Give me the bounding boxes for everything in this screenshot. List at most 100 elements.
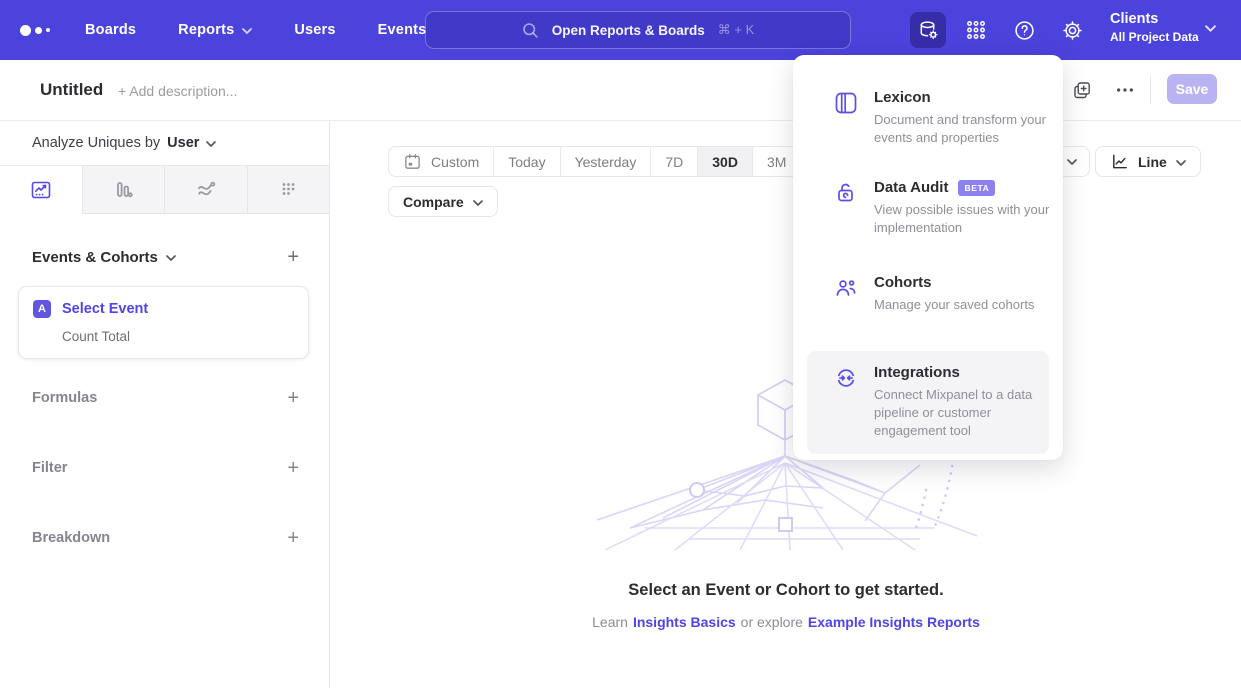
event-letter-badge: A — [33, 300, 51, 318]
project-scope: All Project Data — [1110, 30, 1199, 44]
logo-dot — [20, 25, 31, 36]
events-cohorts-label[interactable]: Events & Cohorts — [32, 249, 158, 266]
search-placeholder: Open Reports & Boards — [552, 23, 705, 38]
data-audit-title: Data Audit — [874, 179, 948, 196]
grid-dots-icon — [965, 19, 987, 41]
dot-grid-icon — [276, 178, 300, 202]
breakdown-label: Breakdown — [32, 530, 110, 546]
top-nav: Boards Reports Users Events Open Reports… — [0, 0, 1241, 60]
insights-basics-link[interactable]: Insights Basics — [633, 614, 736, 630]
flows-icon — [194, 178, 218, 202]
events-cohorts-header: Events & Cohorts + — [32, 247, 299, 267]
global-search-input[interactable]: Open Reports & Boards ⌘ + K — [425, 11, 851, 49]
add-formula-button[interactable]: + — [287, 388, 299, 408]
analyze-uniques-row: Analyze Uniques by User — [0, 121, 329, 165]
apps-grid-button[interactable] — [958, 12, 994, 48]
project-selector[interactable]: Clients All Project Data — [1110, 11, 1199, 44]
menu-item-cohorts[interactable]: Cohorts Manage your saved cohorts — [807, 274, 1049, 314]
nav-item-users[interactable]: Users — [294, 22, 335, 38]
chevron-down-icon — [1176, 160, 1186, 166]
line-chart-box-icon — [29, 178, 53, 202]
tab-pivot[interactable] — [248, 166, 330, 214]
add-description-field[interactable]: + Add description... — [118, 83, 237, 99]
date-segment-7d[interactable]: 7D — [651, 147, 698, 176]
menu-item-lexicon[interactable]: Lexicon Document and transform your even… — [807, 89, 1049, 147]
report-canvas: Custom Today Yesterday 7D 30D 3M 6M Line… — [331, 121, 1241, 688]
chevron-down-icon — [1205, 25, 1216, 32]
add-event-button[interactable]: + — [287, 247, 299, 267]
nav-item-boards[interactable]: Boards — [85, 22, 136, 38]
beta-badge: BETA — [958, 180, 995, 196]
nav-item-events[interactable]: Events — [378, 22, 427, 38]
search-shortcut: ⌘ + K — [718, 22, 755, 38]
chart-type-dropdown[interactable]: Line — [1095, 146, 1201, 177]
save-button[interactable]: Save — [1167, 74, 1217, 104]
analyze-value-dropdown[interactable]: User — [167, 135, 199, 151]
chevron-down-icon — [473, 200, 483, 206]
database-gear-icon — [917, 19, 940, 42]
settings-button[interactable] — [1054, 12, 1090, 48]
duplicate-button[interactable] — [1071, 79, 1093, 101]
cohorts-description: Manage your saved cohorts — [874, 296, 1050, 314]
menu-item-integrations[interactable]: Integrations Connect Mixpanel to a data … — [807, 351, 1049, 454]
page-title[interactable]: Untitled — [40, 80, 103, 100]
tab-flows[interactable] — [165, 166, 248, 214]
empty-state-title: Select an Event or Cohort to get started… — [331, 581, 1241, 600]
or-explore-text: or explore — [741, 614, 803, 630]
data-management-menu: Lexicon Document and transform your even… — [793, 55, 1063, 460]
add-breakdown-button[interactable]: + — [287, 528, 299, 548]
integrations-sync-icon — [833, 365, 859, 391]
tab-insights-line[interactable] — [0, 166, 83, 214]
audit-lock-icon — [833, 180, 859, 206]
calendar-icon — [403, 152, 422, 171]
logo-dot — [46, 28, 50, 32]
chevron-down-icon[interactable] — [166, 255, 176, 261]
date-segment-today[interactable]: Today — [494, 147, 560, 176]
help-button[interactable] — [1006, 12, 1042, 48]
copy-plus-icon — [1072, 80, 1092, 100]
chevron-down-icon — [1067, 159, 1077, 165]
date-segment-yesterday[interactable]: Yesterday — [561, 147, 652, 176]
learn-prefix-text: Learn — [592, 614, 628, 630]
example-reports-link[interactable]: Example Insights Reports — [808, 614, 980, 630]
header-divider — [1150, 76, 1151, 104]
chevron-down-icon[interactable] — [206, 141, 216, 147]
compare-label: Compare — [403, 194, 464, 210]
menu-item-data-audit[interactable]: Data Audit BETA View possible issues wit… — [807, 179, 1049, 237]
breakdown-section: Breakdown + — [32, 529, 299, 547]
query-builder-sidebar: Analyze Uniques by User — [0, 121, 330, 688]
formulas-section: Formulas + — [32, 389, 299, 407]
data-audit-description: View possible issues with your implement… — [874, 201, 1050, 237]
select-event-label[interactable]: Select Event — [62, 301, 148, 317]
chart-type-tabs — [0, 165, 329, 214]
tab-bar-chart[interactable] — [83, 166, 166, 214]
count-total-dropdown[interactable]: Count Total — [62, 329, 294, 344]
filter-label: Filter — [32, 460, 67, 476]
select-event-card[interactable]: A Select Event Count Total — [18, 286, 309, 359]
project-name: Clients — [1110, 11, 1199, 27]
integrations-title: Integrations — [874, 364, 1050, 381]
formulas-label: Formulas — [32, 390, 97, 406]
nav-item-reports[interactable]: Reports — [178, 22, 252, 38]
date-segment-custom[interactable]: Custom — [389, 147, 494, 176]
cohorts-people-icon — [833, 275, 859, 301]
lexicon-book-icon — [833, 90, 859, 116]
bar-chart-icon — [111, 178, 135, 202]
empty-state: Select an Event or Cohort to get started… — [331, 581, 1241, 630]
cohorts-title: Cohorts — [874, 274, 1050, 291]
more-options-button[interactable] — [1114, 79, 1136, 101]
mixpanel-logo[interactable] — [20, 25, 50, 36]
date-range-control: Custom Today Yesterday 7D 30D 3M 6M — [388, 146, 850, 177]
compare-dropdown[interactable]: Compare — [388, 186, 498, 217]
gear-icon — [1061, 19, 1084, 42]
add-filter-button[interactable]: + — [287, 458, 299, 478]
integrations-description: Connect Mixpanel to a data pipeline or c… — [874, 386, 1050, 440]
analyze-label: Analyze Uniques by — [32, 135, 160, 151]
chevron-down-icon — [242, 28, 252, 34]
lexicon-title: Lexicon — [874, 89, 1050, 106]
ellipsis-icon — [1115, 80, 1135, 100]
date-segment-30d[interactable]: 30D — [698, 147, 753, 176]
data-management-button[interactable] — [910, 12, 946, 48]
lexicon-description: Document and transform your events and p… — [874, 111, 1050, 147]
filter-section: Filter + — [32, 459, 299, 477]
